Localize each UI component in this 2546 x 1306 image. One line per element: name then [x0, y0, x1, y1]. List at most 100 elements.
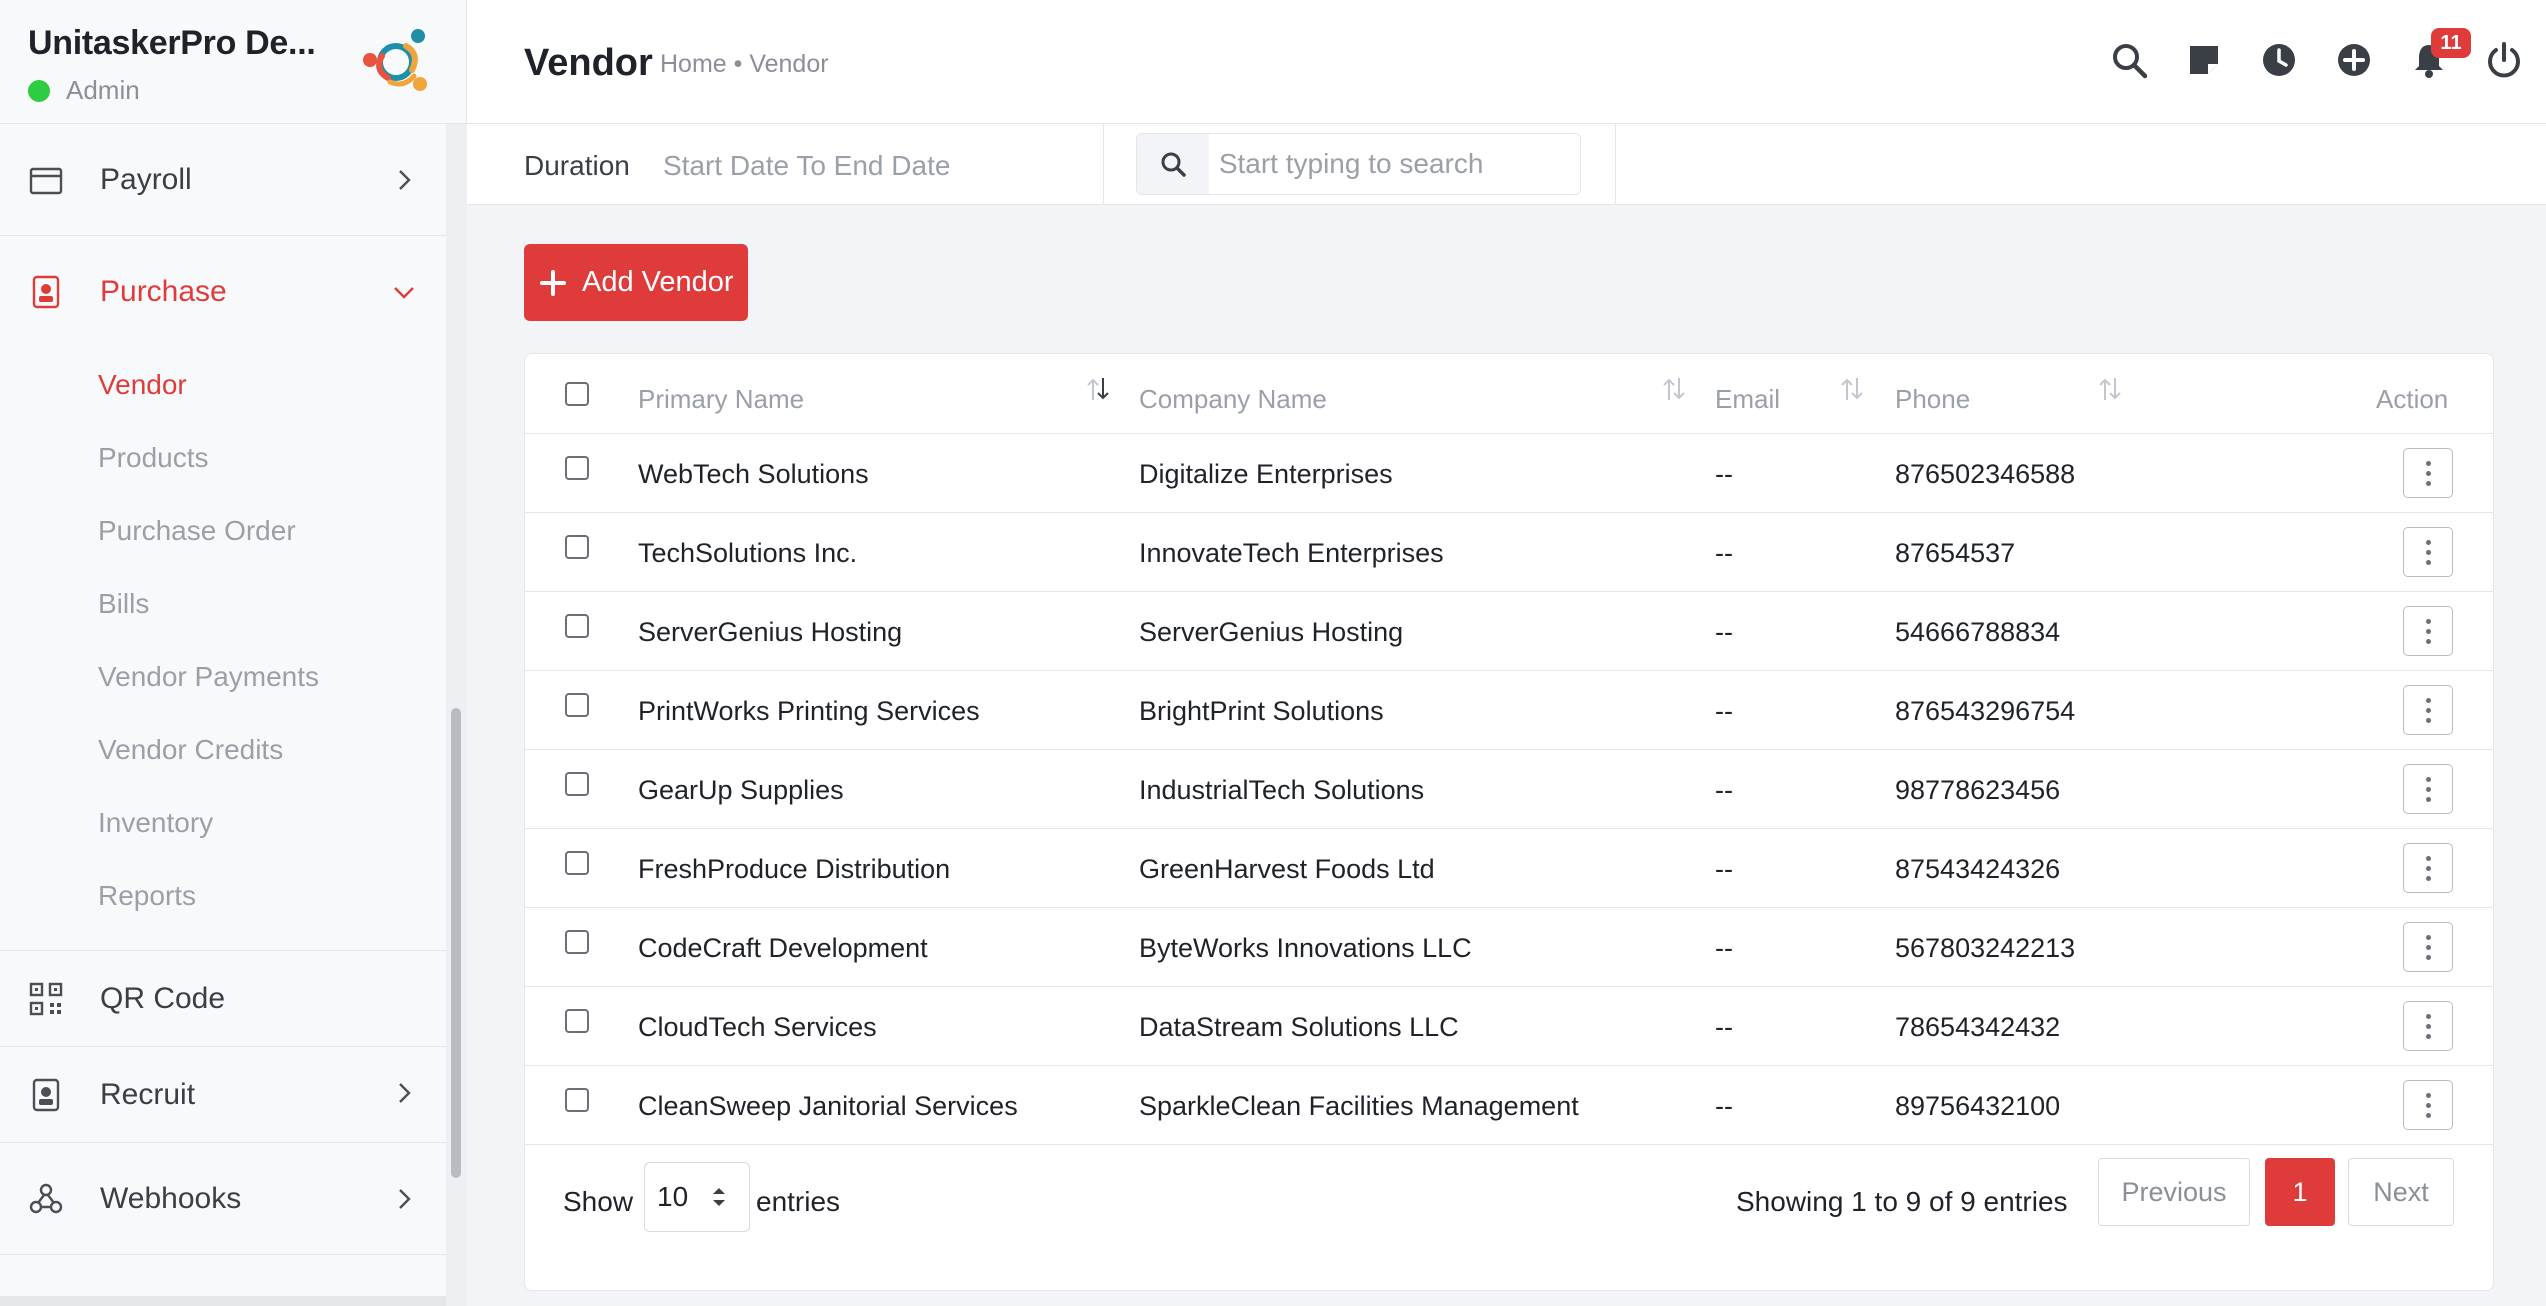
- next-page-button[interactable]: Next: [2348, 1158, 2454, 1226]
- search-input[interactable]: [1208, 134, 1580, 194]
- pagination-summary: Showing 1 to 9 of 9 entries: [1736, 1186, 2068, 1217]
- select-all-checkbox[interactable]: [565, 382, 589, 406]
- sidebar-nav: Payroll Purchase Vendor Products Purchas…: [0, 124, 446, 1255]
- column-header-phone[interactable]: Phone: [1895, 384, 1970, 415]
- table-row[interactable]: GearUp Supplies IndustrialTech Solutions…: [525, 750, 2493, 829]
- kebab-menu-icon: [2425, 776, 2431, 782]
- sidebar-item-label: Recruit: [100, 1077, 196, 1111]
- row-actions-button[interactable]: [2403, 1001, 2453, 1051]
- phone-cell: 89756432100: [1895, 1091, 2061, 1121]
- submenu-item-purchase-order[interactable]: Purchase Order: [98, 494, 446, 567]
- filter-bar: Duration Start Date To End Date: [467, 124, 2546, 205]
- submenu-item-reports[interactable]: Reports: [98, 859, 446, 932]
- search-icon[interactable]: [2109, 40, 2149, 80]
- add-circle-icon[interactable]: [2334, 40, 2374, 80]
- row-actions-button[interactable]: [2403, 606, 2453, 656]
- column-header-primary-name[interactable]: Primary Name: [638, 384, 804, 415]
- add-vendor-label: Add Vendor: [582, 266, 734, 298]
- row-actions-button[interactable]: [2403, 448, 2453, 498]
- chevron-right-icon: [399, 1189, 411, 1209]
- sidebar-item-recruit[interactable]: Recruit: [0, 1047, 446, 1143]
- submenu-item-vendor[interactable]: Vendor: [98, 348, 446, 421]
- sidebar-scroll-thumb[interactable]: [451, 708, 461, 1178]
- submenu-item-vendor-payments[interactable]: Vendor Payments: [98, 640, 446, 713]
- sidebar-item-purchase[interactable]: Purchase: [0, 236, 446, 348]
- webhooks-icon: [29, 1183, 63, 1213]
- row-actions-button[interactable]: [2403, 527, 2453, 577]
- sidebar-item-webhooks[interactable]: Webhooks: [0, 1143, 446, 1255]
- duration-date-range[interactable]: Start Date To End Date: [663, 150, 950, 182]
- table-row[interactable]: ServerGenius Hosting ServerGenius Hostin…: [525, 592, 2493, 671]
- sort-icon[interactable]: [1661, 374, 1687, 404]
- phone-cell: 876543296754: [1895, 696, 2076, 726]
- duration-label: Duration: [524, 150, 630, 181]
- company-name-cell: SparkleClean Facilities Management: [1139, 1091, 1579, 1121]
- breadcrumb[interactable]: Home • Vendor: [660, 50, 829, 79]
- submenu-item-products[interactable]: Products: [98, 421, 446, 494]
- row-checkbox[interactable]: [565, 693, 589, 717]
- row-actions-button[interactable]: [2403, 764, 2453, 814]
- sidebar-item-payroll[interactable]: Payroll: [0, 124, 446, 236]
- page-1-button[interactable]: 1: [2265, 1158, 2335, 1226]
- chevron-down-icon: [394, 287, 414, 299]
- table-row[interactable]: CleanSweep Janitorial Services SparkleCl…: [525, 1066, 2493, 1145]
- phone-cell: 98778623456: [1895, 775, 2061, 805]
- row-checkbox[interactable]: [565, 614, 589, 638]
- row-checkbox[interactable]: [565, 851, 589, 875]
- email-cell: --: [1715, 854, 1733, 884]
- email-cell: --: [1715, 459, 1733, 489]
- row-checkbox[interactable]: [565, 1088, 589, 1112]
- previous-page-button[interactable]: Previous: [2098, 1158, 2250, 1226]
- sort-arrows-icon: [713, 1188, 725, 1206]
- chevron-right-icon: [399, 1083, 411, 1103]
- company-name-cell: DataStream Solutions LLC: [1139, 1012, 1459, 1042]
- kebab-menu-icon: [2425, 539, 2431, 545]
- table-row[interactable]: CodeCraft Development ByteWorks Innovati…: [525, 908, 2493, 987]
- table-row[interactable]: TechSolutions Inc. InnovateTech Enterpri…: [525, 513, 2493, 592]
- column-header-email[interactable]: Email: [1715, 384, 1780, 415]
- add-vendor-button[interactable]: Add Vendor: [524, 244, 748, 321]
- clock-icon[interactable]: [2259, 40, 2299, 80]
- row-checkbox[interactable]: [565, 930, 589, 954]
- kebab-menu-icon: [2425, 1013, 2431, 1019]
- page-size-select[interactable]: 10: [644, 1162, 750, 1232]
- power-icon[interactable]: [2484, 40, 2524, 80]
- row-checkbox[interactable]: [565, 535, 589, 559]
- row-actions-button[interactable]: [2403, 685, 2453, 735]
- sidebar-item-qr-code[interactable]: QR Code: [0, 951, 446, 1047]
- phone-cell: 78654342432: [1895, 1012, 2061, 1042]
- role-label: Admin: [66, 75, 140, 105]
- plus-icon: [540, 269, 566, 296]
- submenu-item-vendor-credits[interactable]: Vendor Credits: [98, 713, 446, 786]
- notification-badge: 11: [2431, 28, 2471, 58]
- table-row[interactable]: WebTech Solutions Digitalize Enterprises…: [525, 434, 2493, 513]
- company-name-cell: Digitalize Enterprises: [1139, 459, 1393, 489]
- submenu-item-inventory[interactable]: Inventory: [98, 786, 446, 859]
- page-title: Vendor: [524, 42, 653, 84]
- row-checkbox[interactable]: [565, 772, 589, 796]
- email-cell: --: [1715, 617, 1733, 647]
- row-checkbox[interactable]: [565, 1009, 589, 1033]
- email-cell: --: [1715, 775, 1733, 805]
- notifications-button[interactable]: 11: [2409, 28, 2471, 80]
- sticky-note-icon[interactable]: [2184, 40, 2224, 80]
- submenu-item-bills[interactable]: Bills: [98, 567, 446, 640]
- column-header-company-name[interactable]: Company Name: [1139, 384, 1327, 415]
- brand: UnitaskerPro De... Admin: [0, 0, 466, 124]
- sidebar-item-label: QR Code: [100, 981, 226, 1015]
- table-row[interactable]: FreshProduce Distribution GreenHarvest F…: [525, 829, 2493, 908]
- row-actions-button[interactable]: [2403, 843, 2453, 893]
- sort-icon[interactable]: [1085, 374, 1111, 404]
- sort-icon[interactable]: [1839, 374, 1865, 404]
- sidebar-scrollbar[interactable]: [446, 124, 467, 1306]
- app-logo-icon[interactable]: [360, 26, 432, 98]
- row-actions-button[interactable]: [2403, 1080, 2453, 1130]
- phone-cell: 876502346588: [1895, 459, 2076, 489]
- table-row[interactable]: CloudTech Services DataStream Solutions …: [525, 987, 2493, 1066]
- primary-name-cell: FreshProduce Distribution: [638, 854, 951, 884]
- table-row[interactable]: PrintWorks Printing Services BrightPrint…: [525, 671, 2493, 750]
- sort-icon[interactable]: [2097, 374, 2123, 404]
- row-checkbox[interactable]: [565, 456, 589, 480]
- row-actions-button[interactable]: [2403, 922, 2453, 972]
- company-name-cell: BrightPrint Solutions: [1139, 696, 1384, 726]
